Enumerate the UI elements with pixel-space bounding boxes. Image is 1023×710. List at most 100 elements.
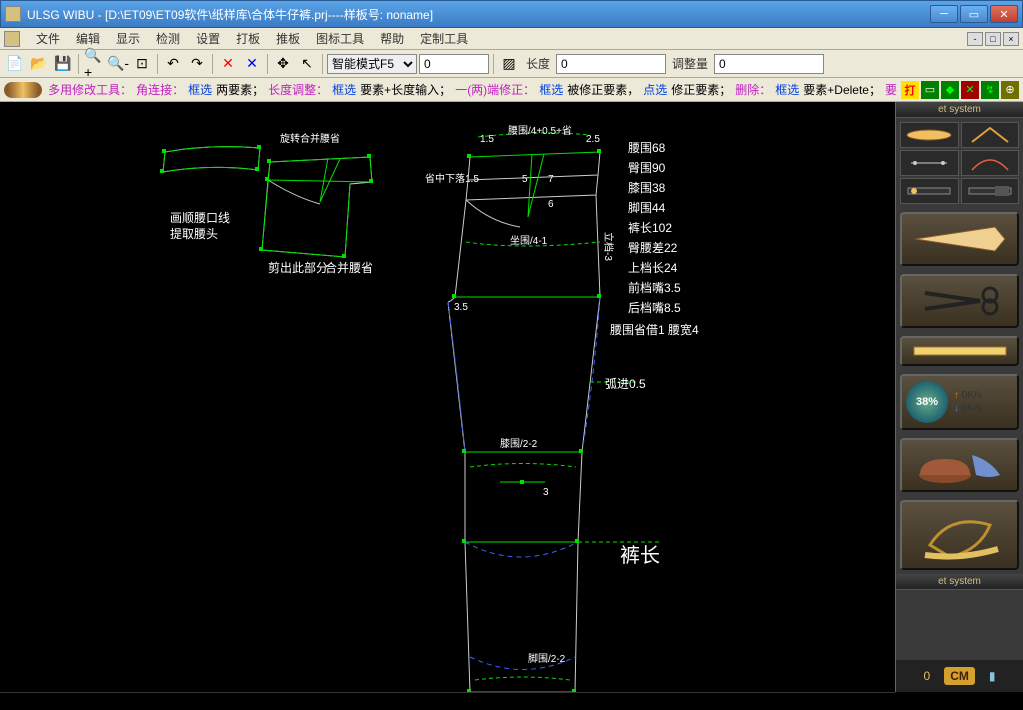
close-button[interactable]: ✕	[990, 5, 1018, 23]
window-title: ULSG WIBU - [D:\ET09\ET09软件\纸样库\合体牛仔裤.pr…	[27, 6, 930, 23]
mode-combo[interactable]: 智能模式F5	[327, 54, 417, 74]
tool-measure-a[interactable]	[900, 178, 959, 204]
tool-ruler[interactable]	[900, 336, 1019, 366]
menu-help[interactable]: 帮助	[372, 28, 412, 49]
new-button[interactable]: 📄	[4, 53, 26, 75]
drawing-canvas[interactable]: 旋转合并腰省 画顺腰口线 提取腰头 剪出此部分 合并腰省 1.5 腰围/4+0.…	[0, 102, 895, 692]
mdi-close[interactable]: ×	[1003, 32, 1019, 46]
svg-text:腰围/4+0.5+省: 腰围/4+0.5+省	[508, 124, 572, 137]
svg-text:5: 5	[522, 174, 528, 185]
panel-footer: et system	[896, 574, 1023, 590]
svg-text:7: 7	[548, 174, 554, 185]
end-btn-2[interactable]: ▭	[921, 81, 939, 99]
select-mode-button[interactable]: ▨	[498, 53, 520, 75]
svg-text:膝围/2-2: 膝围/2-2	[500, 437, 538, 450]
end-btn-4[interactable]: ✕	[961, 81, 979, 99]
tool-line[interactable]	[900, 150, 959, 176]
zoom-in-button[interactable]: 🔍+	[83, 53, 105, 75]
mdi-restore[interactable]: □	[985, 32, 1001, 46]
tool-angle[interactable]	[961, 122, 1020, 148]
redo-button[interactable]: ↷	[186, 53, 208, 75]
piece-label-3: 合并腰省	[325, 260, 373, 275]
menu-file[interactable]: 文件	[28, 28, 68, 49]
svg-text:后档嘴8.5: 后档嘴8.5	[628, 301, 681, 315]
end-btn-5[interactable]: ↯	[981, 81, 999, 99]
pointer-button[interactable]: ↖	[296, 53, 318, 75]
mdi-minimize[interactable]: -	[967, 32, 983, 46]
tool-tape[interactable]	[900, 500, 1019, 570]
svg-text:6: 6	[548, 199, 554, 210]
svg-text:坐围/4-1: 坐围/4-1	[510, 235, 548, 247]
maximize-button[interactable]: ▭	[960, 5, 988, 23]
svg-text:腰围68: 腰围68	[628, 141, 666, 155]
right-tool-panel: et system 38% ↑ 0K/s ↓ 0K/s et system 0 …	[895, 102, 1023, 692]
svg-text:脚围44: 脚围44	[628, 200, 666, 215]
menu-icon-tools[interactable]: 图标工具	[308, 28, 372, 49]
menu-custom[interactable]: 定制工具	[412, 28, 476, 49]
measurements-list: 腰围68 臀围90 膝围38 脚围44 裤长102 臀腰差22 上档长24 前档…	[610, 141, 699, 337]
tool-pencil[interactable]	[900, 122, 959, 148]
percent-value: 38%	[906, 381, 948, 423]
panel-header: et system	[896, 102, 1023, 118]
svg-text:立档-3: 立档-3	[602, 232, 615, 261]
end-btn-1[interactable]: 打	[901, 81, 919, 99]
svg-text:裤长102: 裤长102	[628, 221, 672, 235]
length-input[interactable]	[556, 54, 666, 74]
svg-text:膝围38: 膝围38	[628, 181, 666, 195]
undo-button[interactable]: ↶	[162, 53, 184, 75]
menu-settings[interactable]: 设置	[188, 28, 228, 49]
menu-check[interactable]: 检测	[148, 28, 188, 49]
menu-pattern[interactable]: 打板	[228, 28, 268, 49]
zoom-out-button[interactable]: 🔍-	[107, 53, 129, 75]
app-icon	[5, 6, 21, 22]
unit-extra[interactable]: ▮	[983, 667, 1002, 685]
svg-text:3.5: 3.5	[454, 302, 468, 313]
svg-text:腰围省借1 腰宽4: 腰围省借1 腰宽4	[610, 322, 699, 337]
svg-text:2.5: 2.5	[586, 134, 600, 145]
svg-text:脚围/2-2: 脚围/2-2	[528, 652, 566, 665]
svg-text:省中下落1.5: 省中下落1.5	[425, 172, 479, 185]
svg-text:3: 3	[543, 487, 549, 498]
svg-text:上档长24: 上档长24	[628, 261, 678, 275]
marker-red[interactable]: ✕	[217, 53, 239, 75]
left-note-2: 提取腰头	[170, 226, 218, 241]
end-btn-6[interactable]: ⊕	[1001, 81, 1019, 99]
tool-measure-b[interactable]	[961, 178, 1020, 204]
main-toolbar: 📄 📂 💾 🔍+ 🔍- ⊡ ↶ ↷ ✕ ✕ ✥ ↖ 智能模式F5 ▨ 长度 调整…	[0, 50, 1023, 78]
status-bar	[0, 692, 895, 710]
unit-cm[interactable]: CM	[944, 667, 975, 685]
length-label: 长度	[522, 55, 554, 72]
menu-view[interactable]: 显示	[108, 28, 148, 49]
length-label: 裤长	[620, 544, 660, 567]
command-hint-bar: 多用修改工具： 角连接：框选两要素； 长度调整：框选要素+长度输入； 一(两)端…	[0, 78, 1023, 102]
left-note-1: 画顺腰口线	[170, 211, 230, 225]
open-button[interactable]: 📂	[28, 53, 50, 75]
svg-text:前档嘴3.5: 前档嘴3.5	[628, 280, 681, 295]
tool-basket[interactable]	[900, 438, 1019, 492]
tool-curve[interactable]	[961, 150, 1020, 176]
minimize-button[interactable]: ─	[930, 5, 958, 23]
piece-label-2: 剪出此部分	[268, 260, 328, 275]
adjust-input[interactable]	[714, 54, 824, 74]
piece-label-1: 旋转合并腰省	[280, 132, 340, 145]
doc-icon	[4, 31, 20, 47]
tool-scissors[interactable]	[900, 274, 1019, 328]
menu-grade[interactable]: 推板	[268, 28, 308, 49]
save-button[interactable]: 💾	[52, 53, 74, 75]
adjust-label: 调整量	[668, 55, 712, 72]
svg-text:臀腰差22: 臀腰差22	[628, 241, 678, 255]
value1-input[interactable]	[419, 54, 489, 74]
menu-edit[interactable]: 编辑	[68, 28, 108, 49]
zoom-fit-button[interactable]: ⊡	[131, 53, 153, 75]
progress-widget: 38% ↑ 0K/s ↓ 0K/s	[900, 374, 1019, 430]
svg-text:1.5: 1.5	[480, 134, 494, 145]
end-btn-3[interactable]: ◆	[941, 81, 959, 99]
move-button[interactable]: ✥	[272, 53, 294, 75]
bullet-icon	[4, 82, 42, 98]
tool-dart[interactable]	[900, 212, 1019, 266]
window-titlebar: ULSG WIBU - [D:\ET09\ET09软件\纸样库\合体牛仔裤.pr…	[0, 0, 1023, 28]
unit-zero[interactable]: 0	[918, 667, 937, 685]
svg-text:臀围90: 臀围90	[628, 161, 666, 175]
arc-note: 弧进0.5	[605, 377, 646, 391]
marker-blue[interactable]: ✕	[241, 53, 263, 75]
